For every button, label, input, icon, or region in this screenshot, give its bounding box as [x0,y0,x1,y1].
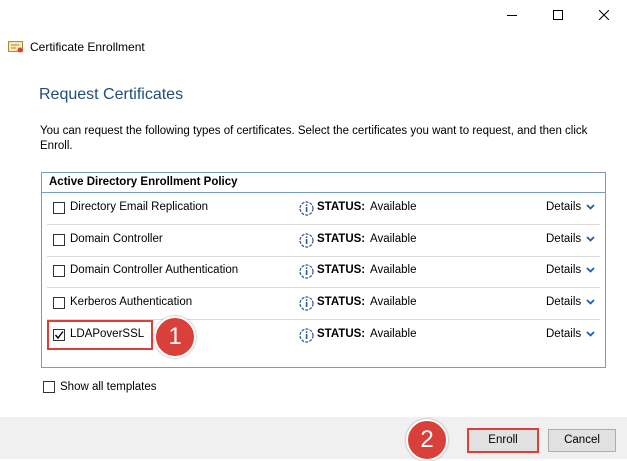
status-value: Available [370,264,417,276]
certificate-row[interactable]: Domain Controller Authentication STATUS: A… [42,256,605,288]
app-header: Certificate Enrollment [8,38,145,56]
title-bar [0,0,627,30]
enroll-button[interactable]: Enroll [467,428,539,453]
chevron-down-icon [586,204,595,210]
status-label: STATUS: [317,201,366,213]
certificate-row[interactable]: Domain Controller STATUS: Available Details [42,225,605,257]
status-value: Available [370,233,417,245]
details-label: Details [546,264,582,276]
status-label: STATUS: [317,296,366,308]
certificate-checkbox[interactable] [53,265,65,277]
maximize-icon [553,10,563,20]
window-title: Certificate Enrollment [30,40,145,54]
footer-bar: Enroll Cancel [0,417,627,459]
chevron-down-icon [586,299,595,305]
cancel-button[interactable]: Cancel [548,429,616,452]
minimize-button[interactable] [489,0,535,30]
certificate-name: Domain Controller [70,233,163,245]
status-label: STATUS: [317,264,366,276]
details-toggle[interactable]: Details [546,201,595,213]
status-label: STATUS: [317,328,366,340]
details-label: Details [546,201,582,213]
chevron-down-icon [586,331,595,337]
maximize-button[interactable] [535,0,581,30]
details-toggle[interactable]: Details [546,296,595,308]
instructions-text: You can request the following types of c… [40,125,588,152]
certificate-name: Directory Email Replication [70,201,209,213]
show-all-templates[interactable]: Show all templates [43,381,157,393]
details-toggle[interactable]: Details [546,233,595,245]
show-all-label: Show all templates [60,381,157,393]
status-value: Available [370,328,417,340]
policy-header: Active Directory Enrollment Policy [42,173,605,193]
close-button[interactable] [581,0,627,30]
show-all-checkbox[interactable] [43,381,55,393]
status-label: STATUS: [317,233,366,245]
status-value: Available [370,201,417,213]
minimize-icon [507,15,517,16]
details-toggle[interactable]: Details [546,264,595,276]
certificate-row[interactable]: Kerberos Authentication STATUS: Available D… [42,288,605,320]
details-label: Details [546,233,582,245]
step-badge-1: 1 [154,316,196,358]
details-label: Details [546,296,582,308]
certificate-checkbox[interactable] [53,202,65,214]
highlight-box [47,320,153,350]
certificate-name: Kerberos Authentication [70,296,193,308]
certificate-name: Domain Controller Authentication [70,264,239,276]
chevron-down-icon [586,236,595,242]
info-icon [299,264,314,279]
info-icon [299,201,314,216]
step-badge-2: 2 [406,419,448,461]
details-toggle[interactable]: Details [546,328,595,340]
page-title: Request Certificates [39,86,184,103]
details-label: Details [546,328,582,340]
info-icon [299,296,314,311]
close-icon [599,10,609,20]
policy-header-label: Active Directory Enrollment Policy [49,176,238,188]
certificate-checkbox[interactable] [53,234,65,246]
certificate-checkbox[interactable] [53,297,65,309]
info-icon [299,328,314,343]
certificate-row[interactable]: Directory Email Replication STATUS: Availa… [42,193,605,225]
info-icon [299,233,314,248]
chevron-down-icon [586,267,595,273]
certificate-icon [8,41,23,53]
status-value: Available [370,296,417,308]
